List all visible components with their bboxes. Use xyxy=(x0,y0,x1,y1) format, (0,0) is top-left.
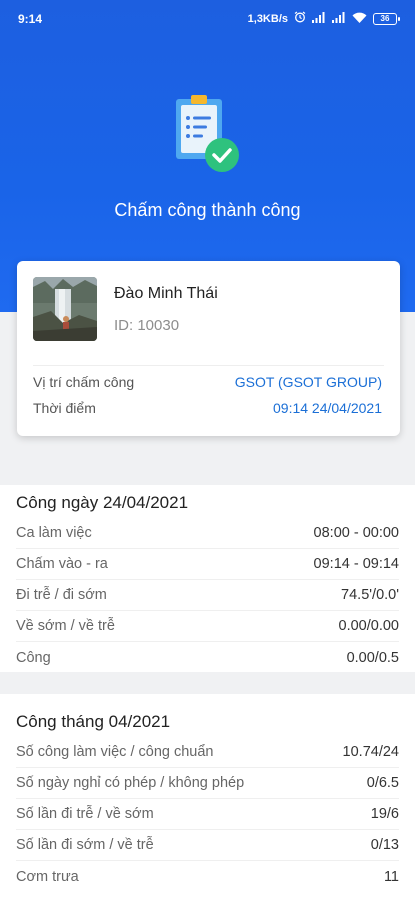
row-label: Số lần đi sớm / về trễ xyxy=(16,837,154,853)
row-label: Số ngày nghỉ có phép / không phép xyxy=(16,775,245,791)
row-label: Đi trễ / đi sớm xyxy=(16,587,107,603)
row-label: Số lần đi trễ / về sớm xyxy=(16,806,154,822)
month-summary-section: Công tháng 04/2021 Số công làm việc / cô… xyxy=(0,694,415,900)
status-indicators: 1,3KB/s 36 xyxy=(247,11,400,26)
time-value: 09:14 24/04/2021 xyxy=(273,400,382,416)
month-summary-title: Công tháng 04/2021 xyxy=(16,712,171,731)
time-row: Thời điểm 09:14 24/04/2021 xyxy=(33,400,382,420)
row-label: Số công làm việc / công chuẩn xyxy=(16,744,214,760)
row-label: Về sớm / về trễ xyxy=(16,618,115,634)
success-title: Chấm công thành công xyxy=(114,200,301,220)
list-item: Số lần đi trễ / về sớm 19/6 xyxy=(16,799,399,830)
day-summary-section: Công ngày 24/04/2021 Ca làm việc 08:00 -… xyxy=(0,485,415,672)
row-label: Chấm vào - ra xyxy=(16,556,108,572)
list-item: Đi trễ / đi sớm 74.5'/0.0' xyxy=(16,580,399,611)
list-item: Cơm trưa 11 xyxy=(16,861,399,892)
list-item: Số lần đi sớm / về trễ 0/13 xyxy=(16,830,399,861)
list-item: Số ngày nghỉ có phép / không phép 0/6.5 xyxy=(16,768,399,799)
row-value: 0.00/0.5 xyxy=(346,649,399,666)
employee-name: Đào Minh Thái xyxy=(114,285,218,302)
wifi-icon xyxy=(352,12,367,26)
row-label: Ca làm việc xyxy=(16,525,92,541)
network-speed: 1,3KB/s xyxy=(247,12,288,25)
signal-icon-2 xyxy=(332,11,346,26)
list-item: Chấm vào - ra 09:14 - 09:14 xyxy=(16,549,399,580)
divider xyxy=(33,365,384,366)
row-value: 09:14 - 09:14 xyxy=(313,556,399,572)
day-summary-list: Ca làm việc 08:00 - 00:00 Chấm vào - ra … xyxy=(16,518,399,673)
employee-id: ID: 10030 xyxy=(114,317,180,334)
month-summary-list: Số công làm việc / công chuẩn 10.74/24 S… xyxy=(16,737,399,892)
row-value: 11 xyxy=(383,868,399,885)
signal-icon xyxy=(312,11,326,26)
row-value: 0.00/0.00 xyxy=(338,618,399,634)
battery-icon: 36 xyxy=(373,12,400,25)
day-summary-title: Công ngày 24/04/2021 xyxy=(16,493,189,512)
row-value: 74.5'/0.0' xyxy=(341,587,399,603)
alarm-icon xyxy=(294,11,306,26)
row-value: 0/13 xyxy=(370,837,399,853)
list-item: Số công làm việc / công chuẩn 10.74/24 xyxy=(16,737,399,768)
clipboard-check-icon xyxy=(170,93,246,177)
location-label: Vị trí chấm công xyxy=(33,374,135,390)
row-value: 08:00 - 00:00 xyxy=(313,525,399,541)
row-value: 19/6 xyxy=(370,806,399,822)
time-label: Thời điểm xyxy=(33,400,96,416)
row-label: Cơm trưa xyxy=(16,868,79,885)
status-time: 9:14 xyxy=(18,12,43,26)
avatar[interactable] xyxy=(33,277,97,341)
employee-card: Đào Minh Thái ID: 10030 Vị trí chấm công… xyxy=(17,261,400,436)
status-bar: 9:14 1,3KB/s 36 xyxy=(0,0,415,36)
list-item: Công 0.00/0.5 xyxy=(16,642,399,673)
row-value: 0/6.5 xyxy=(366,775,399,791)
list-item: Ca làm việc 08:00 - 00:00 xyxy=(16,518,399,549)
list-item: Về sớm / về trễ 0.00/0.00 xyxy=(16,611,399,642)
location-row: Vị trí chấm công GSOT (GSOT GROUP) xyxy=(33,374,382,394)
row-label: Công xyxy=(16,649,51,666)
location-value: GSOT (GSOT GROUP) xyxy=(234,374,382,390)
row-value: 10.74/24 xyxy=(342,744,399,760)
